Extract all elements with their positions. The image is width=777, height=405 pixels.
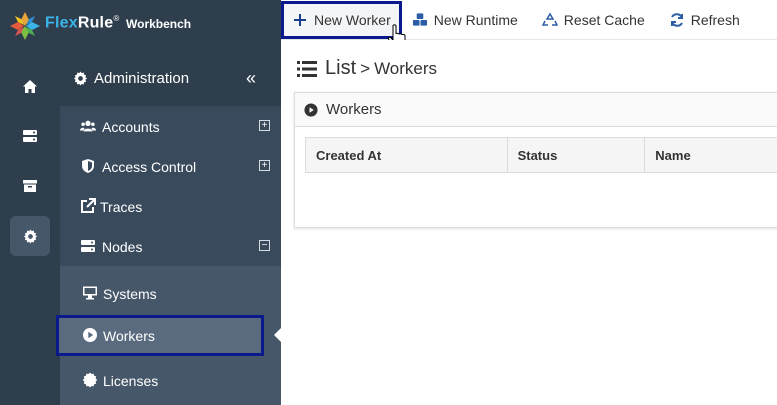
brand-name-rule: Rule (77, 14, 114, 32)
submenu-item-systems[interactable]: Systems (60, 273, 281, 313)
new-runtime-label: New Runtime (433, 11, 518, 28)
rail-settings-button[interactable] (10, 216, 50, 256)
breadcrumb-current-page: Workers (374, 58, 438, 78)
submenu-item-label: Systems (103, 286, 157, 302)
column-header-status[interactable]: Status (508, 138, 646, 172)
menu-item-nodes[interactable]: Nodes − (60, 226, 281, 266)
menu-header: Administration « (60, 51, 281, 106)
new-worker-button[interactable]: New Worker (281, 0, 402, 39)
collapse-menu-button[interactable]: « (246, 68, 256, 89)
submenu-item-licenses[interactable]: Licenses (60, 360, 281, 400)
column-header-created-at[interactable]: Created At (306, 138, 508, 172)
menu-item-accounts[interactable]: Accounts + (60, 106, 281, 146)
menu-item-label: Traces (100, 199, 143, 215)
breadcrumb-separator: > (360, 58, 371, 78)
plus-icon (292, 12, 308, 28)
brand-header: FlexRule® Workbench (0, 0, 281, 51)
refresh-label: Refresh (690, 11, 740, 28)
server-icon (81, 240, 95, 252)
toolbar: New Worker New Runtime Reset Cache Refre… (281, 0, 777, 40)
desktop-icon (83, 286, 97, 300)
play-circle-icon (83, 328, 97, 342)
workers-panel: Workers Created At Status Name (294, 92, 777, 228)
new-worker-label: New Worker (314, 11, 391, 28)
flexrule-logo-icon (10, 12, 40, 40)
expand-toggle[interactable]: + (259, 160, 270, 171)
rail-archive-button[interactable] (10, 166, 50, 206)
refresh-button[interactable]: Refresh (659, 0, 754, 40)
icon-rail (0, 51, 60, 405)
gear-icon (73, 71, 88, 86)
certificate-icon (82, 372, 98, 388)
server-icon (23, 130, 37, 142)
cubes-icon (412, 12, 428, 28)
reset-cache-label: Reset Cache (563, 11, 645, 28)
home-icon (23, 79, 37, 93)
rail-server-button[interactable] (10, 116, 50, 156)
refresh-icon (669, 12, 685, 28)
menu-title: Administration (94, 70, 190, 87)
breadcrumb: List > Workers (297, 57, 437, 80)
external-link-icon (81, 198, 96, 213)
column-header-name[interactable]: Name (645, 138, 777, 172)
menu-item-label: Accounts (102, 119, 160, 135)
admin-menu: Administration « Accounts + Access Contr… (56, 51, 282, 405)
registered-mark: ® (113, 14, 120, 23)
panel-header[interactable]: Workers (295, 93, 777, 127)
panel-title: Workers (326, 101, 382, 118)
main-content: List > Workers Workers Created At Status… (281, 40, 777, 405)
breadcrumb-root[interactable]: List (325, 57, 356, 80)
menu-item-access-control[interactable]: Access Control + (60, 146, 281, 186)
brand-name: FlexRule® (45, 14, 119, 32)
menu-item-label: Nodes (102, 239, 143, 255)
nodes-submenu: Systems Workers Licenses (56, 266, 282, 405)
play-circle-icon (304, 102, 318, 117)
submenu-item-label: Licenses (103, 373, 159, 389)
reset-cache-button[interactable]: Reset Cache (532, 0, 659, 40)
gear-icon (23, 228, 37, 244)
archive-icon (23, 180, 37, 192)
workers-table-header: Created At Status Name (305, 137, 777, 173)
submenu-item-workers[interactable]: Workers (56, 315, 282, 356)
menu-item-traces[interactable]: Traces (60, 186, 281, 226)
menu-item-label: Access Control (102, 159, 197, 175)
new-runtime-button[interactable]: New Runtime (402, 0, 532, 40)
recycle-icon (541, 12, 558, 28)
expand-toggle[interactable]: + (259, 120, 270, 131)
rail-home-button[interactable] (10, 66, 50, 106)
collapse-toggle[interactable]: − (259, 240, 270, 251)
brand-name-flex: Flex (45, 14, 78, 32)
list-icon (297, 60, 317, 77)
workbench-app: FlexRule® Workbench New Worker New Runti… (0, 0, 777, 405)
shield-icon (82, 159, 94, 173)
submenu-item-label: Workers (103, 328, 155, 344)
users-icon (80, 120, 96, 132)
product-name: Workbench (126, 17, 192, 31)
